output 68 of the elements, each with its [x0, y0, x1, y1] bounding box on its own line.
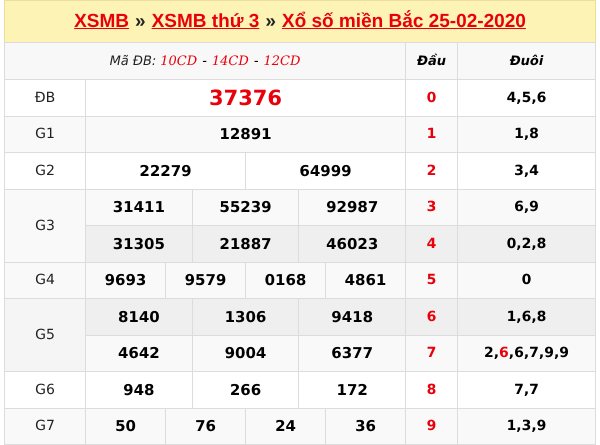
prize-number: 22279: [138, 160, 193, 182]
head-digit: 0: [406, 80, 458, 116]
prize-number: 24: [245, 408, 325, 444]
prize-number: 4642: [116, 343, 161, 364]
breadcrumb-separator: »: [135, 10, 146, 32]
tail-digits: 7,7: [458, 372, 596, 408]
head-digit: 9: [406, 408, 458, 444]
tail-digits: 1,8: [458, 116, 596, 152]
head-digit: 3: [406, 189, 458, 226]
breadcrumb-link[interactable]: XSMB thứ 3: [152, 10, 260, 32]
prize-number: 31411: [112, 197, 166, 218]
prize-number: 948: [122, 380, 156, 401]
special-code: 14CD: [212, 54, 249, 68]
prize-number: 0168: [245, 262, 325, 298]
prize-number: 6377: [298, 336, 406, 371]
prize-label: G1: [4, 116, 86, 152]
prize-number: 46023: [298, 226, 406, 262]
prize-number: 55239: [192, 190, 298, 225]
breadcrumb-link[interactable]: XSMB: [74, 10, 130, 32]
prize-label: G5: [4, 298, 86, 372]
special-code: 12CD: [264, 54, 300, 68]
tail-digits: 6,9: [458, 189, 596, 226]
breadcrumb-separator: »: [265, 10, 276, 32]
special-code-label: Mã ĐB:: [110, 54, 156, 68]
prize-number: 4861: [325, 262, 405, 298]
prize-number: 12891: [218, 124, 273, 146]
prize-label: G2: [4, 152, 86, 189]
prize-number: 76: [165, 408, 245, 444]
prize-number: 9693: [104, 270, 148, 292]
prize-label: ĐB: [4, 80, 86, 116]
head-digit: 7: [406, 335, 458, 372]
prize-number: 64999: [245, 153, 406, 188]
head-digit: 5: [406, 262, 458, 298]
tail-digits: 0,2,8: [458, 226, 596, 262]
prize-number: 92987: [298, 190, 406, 225]
prize-number: 8140: [116, 306, 161, 328]
prize-label: G7: [4, 408, 86, 444]
breadcrumb-link[interactable]: Xổ số miền Bắc 25-02-2020: [282, 10, 526, 32]
prize-number: 9004: [192, 336, 298, 371]
prize-number: 37376: [208, 84, 284, 112]
tail-digits: 1,3,9: [458, 408, 596, 444]
prize-label: G6: [4, 372, 86, 408]
head-digit: 4: [406, 226, 458, 262]
tail-digits: 2,6,6,7,9,9: [458, 335, 596, 372]
prize-number: 50: [114, 416, 137, 438]
prize-number: 9579: [165, 262, 245, 298]
tail-digits: 0: [458, 262, 596, 298]
prize-label: G3: [4, 189, 86, 262]
special-code: 10CD: [160, 54, 198, 68]
column-header: Đuôi: [458, 42, 596, 80]
head-digit: 8: [406, 372, 458, 408]
tail-digits: 1,6,8: [458, 298, 596, 335]
prize-number: 9418: [298, 299, 406, 334]
head-digit: 6: [406, 298, 458, 335]
prize-number: 172: [298, 372, 406, 408]
code-separator: -: [202, 54, 207, 68]
tail-digits: 3,4: [458, 152, 596, 189]
code-separator: -: [254, 54, 259, 68]
prize-number: 31305: [112, 234, 166, 255]
prize-number: 266: [192, 372, 298, 408]
head-digit: 1: [406, 116, 458, 152]
tail-digits: 4,5,6: [458, 80, 596, 116]
prize-number: 1306: [192, 299, 298, 334]
prize-number: 21887: [192, 226, 298, 262]
head-digit: 2: [406, 152, 458, 189]
prize-number: 36: [325, 408, 405, 444]
column-header: Đầu: [406, 42, 458, 80]
prize-label: G4: [4, 262, 86, 298]
